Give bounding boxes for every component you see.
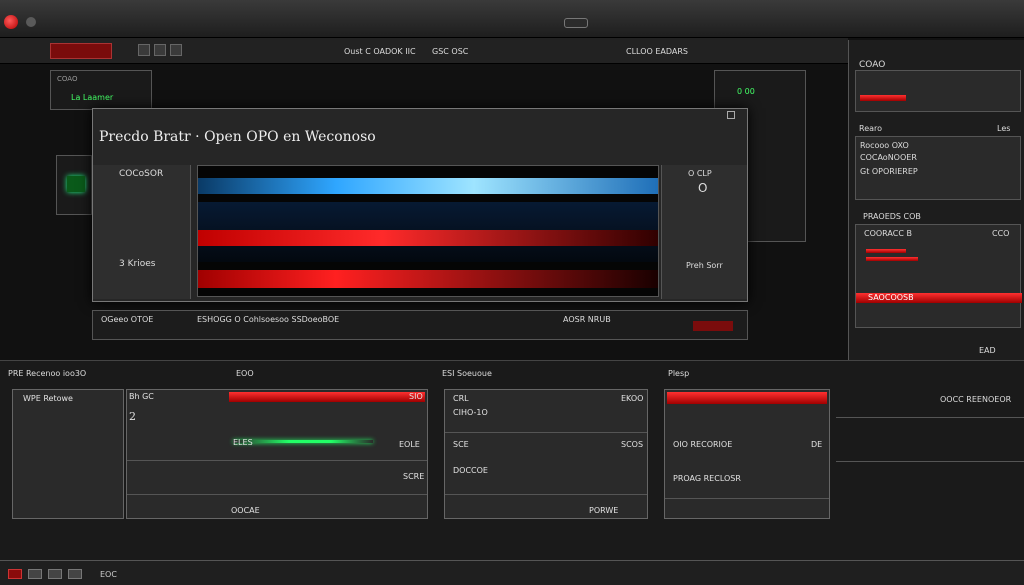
cell: CRL [453, 394, 469, 403]
footer-button[interactable] [68, 569, 82, 579]
cell: EKOO [621, 394, 644, 403]
row-divider [836, 417, 1024, 418]
bottom-left-list[interactable]: WPE Retowe [12, 389, 124, 519]
bottom-header: OOCC REENOEOR [940, 395, 1012, 404]
red-streak [198, 230, 658, 246]
active-tab[interactable] [50, 43, 112, 59]
right-pane-label: O CLP [688, 169, 712, 178]
block-row: COCAoNOOER [860, 153, 917, 162]
red-level-bar [866, 249, 906, 253]
cell: SCRE [403, 472, 425, 481]
right-block-1[interactable] [855, 70, 1021, 112]
red-streak [198, 270, 658, 288]
footer-button[interactable] [48, 569, 62, 579]
cell: Bh GC [129, 392, 154, 401]
selected-row-label: SAOCOOSB [868, 293, 914, 302]
open-dialog: Precdo Bratr · Open OPO en Weconoso COCo… [92, 108, 748, 302]
cell: SCOS [621, 440, 644, 449]
toolbar-subtitle: GSC OSC [432, 47, 469, 56]
status-middle: ESHOGG O Cohlsoesoo SSDoeoBOE [197, 315, 340, 324]
status-red-indicator [693, 321, 733, 331]
blue-streak [198, 178, 658, 194]
close-icon[interactable] [727, 111, 735, 119]
cell: EOLE [399, 440, 420, 449]
cell: 2 [129, 410, 136, 423]
window-menu-button[interactable] [564, 18, 588, 28]
close-window-icon[interactable] [4, 15, 18, 29]
cell: DOCCOE [453, 466, 488, 475]
bottom-panel-a[interactable]: Bh GC 2 SIO ELES EOLE SCRE OOCAE [126, 389, 428, 519]
bottom-panel-b[interactable]: CRL EKOO CIHO-1O SCE SCOS DOCCOE PORWE [444, 389, 648, 519]
footer-label: EOC [100, 570, 117, 579]
bottom-panel: PRE Recenoo ioo3O EOO ESI Soeuoue Plesp … [0, 360, 1024, 560]
green-readout: La Laamer [71, 93, 114, 102]
right-side-panel: COAO Rearo Les Rocooo OXO COCAoNOOER Gt … [848, 40, 1024, 385]
left-status-tile [56, 155, 92, 215]
cell: DE [811, 440, 823, 449]
right-panel-footer: EAD [979, 346, 996, 355]
right-block-3[interactable]: COORACC B CCO SAOCOOSB [855, 224, 1022, 328]
toolbar-button-1[interactable] [138, 44, 150, 56]
cell: OOCAE [231, 506, 260, 515]
list-label: WPE Retowe [23, 394, 73, 403]
right-pane-label[interactable]: Preh Sorr [686, 261, 723, 270]
left-pane-label: COCoSOR [119, 169, 164, 179]
block-title: Rocooo OXO [860, 141, 909, 150]
selected-row [667, 392, 827, 404]
right-panel-header: COAO [859, 60, 886, 70]
preview-stage[interactable] [197, 165, 659, 297]
row-divider [127, 460, 427, 461]
row-divider [836, 461, 1024, 462]
green-progress [233, 440, 373, 443]
cell: PROAG RECLOSR [673, 474, 741, 483]
bottom-header: EOO [236, 369, 254, 378]
red-level-bar [860, 95, 906, 101]
status-left: OGeeo OTOE [101, 315, 154, 324]
block-row: COORACC B [864, 229, 912, 238]
dialog-status-strip: OGeeo OTOE ESHOGG O Cohlsoesoo SSDoeoBOE… [92, 310, 748, 340]
red-level-bar [866, 257, 918, 261]
status-footer: EOC [0, 560, 1024, 585]
cell: OIO RECORIOE [673, 440, 733, 449]
main-toolbar: Oust C OADOK IIC GSC OSC CLLOO EADARS [0, 38, 848, 64]
status-right: AOSR NRUB [563, 315, 611, 324]
cell: SCE [453, 440, 469, 449]
bottom-header: PRE Recenoo ioo3O [8, 369, 87, 378]
right-panel-value: Les [997, 124, 1011, 133]
cell: SIO [409, 392, 423, 401]
row-divider [445, 494, 647, 495]
right-panel-label: Rearo [859, 124, 883, 133]
toolbar-button-2[interactable] [154, 44, 166, 56]
cell: PORWE [589, 506, 619, 515]
dialog-left-pane: COCoSOR 3 Krioes [93, 165, 191, 299]
green-led-icon [67, 176, 85, 192]
dialog-title: Precdo Bratr · Open OPO en Weconoso [99, 129, 376, 145]
green-readout: 0 00 [737, 87, 755, 96]
cell: ELES [233, 438, 253, 447]
cell: CIHO-1O [453, 408, 488, 417]
block-value: CCO [992, 229, 1010, 238]
toolbar-right-label: CLLOO EADARS [626, 47, 689, 56]
right-block-2[interactable]: Rocooo OXO COCAoNOOER Gt OPORIEREP [855, 136, 1021, 200]
left-pane-label[interactable]: 3 Krioes [119, 259, 155, 269]
right-pane-value: O [698, 181, 708, 195]
right-panel-section-title: PRAOEDS COB [863, 212, 921, 221]
footer-button[interactable] [28, 569, 42, 579]
mini-window-title: COAO [57, 75, 78, 83]
bottom-panel-c[interactable]: OIO RECORIOE PROAG RECLOSR DE [664, 389, 830, 519]
dialog-right-pane: O CLP O Preh Sorr [661, 165, 747, 299]
toolbar-title: Oust C OADOK IIC [344, 47, 416, 56]
bottom-header: Plesp [668, 369, 690, 378]
left-mini-window[interactable]: COAO La Laamer [50, 70, 152, 110]
block-row: Gt OPORIEREP [860, 167, 918, 176]
row-divider [665, 498, 829, 499]
row-divider [445, 432, 647, 433]
minimize-window-icon[interactable] [26, 17, 36, 27]
toolbar-button-3[interactable] [170, 44, 182, 56]
selected-row [229, 392, 425, 402]
row-divider [127, 494, 427, 495]
footer-record-icon[interactable] [8, 569, 22, 579]
window-titlebar [0, 0, 1024, 38]
bottom-header: ESI Soeuoue [442, 369, 492, 378]
